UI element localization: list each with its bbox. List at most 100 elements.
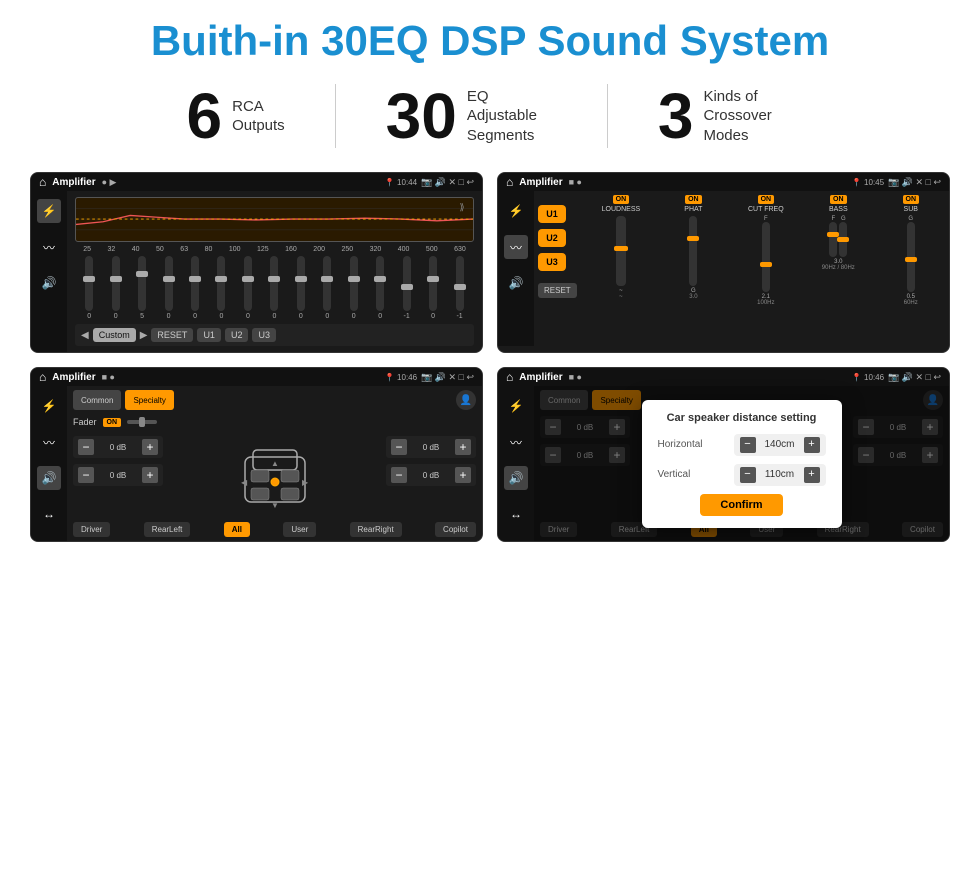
sub-label: SUB bbox=[904, 206, 918, 213]
confirm-button[interactable]: Confirm bbox=[700, 494, 782, 516]
u1-btn-1[interactable]: U1 bbox=[197, 328, 221, 342]
db-control-bl: − 0 dB + bbox=[73, 464, 163, 486]
screen-content-3: ⚡ 〰 🔊 ↔ Common Specialty 👤 Fader ON bbox=[31, 386, 482, 541]
driver-btn-3[interactable]: Driver bbox=[73, 522, 110, 537]
rearright-btn-3[interactable]: RearRight bbox=[350, 522, 402, 537]
loudness-slider[interactable] bbox=[616, 216, 626, 286]
db-minus-br[interactable]: − bbox=[391, 467, 407, 483]
phat-on[interactable]: ON bbox=[685, 195, 702, 204]
sidebar-eq-icon-4[interactable]: ⚡ bbox=[504, 394, 528, 418]
bass-freq: 90Hz / 80Hz bbox=[822, 265, 855, 271]
app-name-1: Amplifier bbox=[52, 177, 95, 188]
vertical-minus-btn[interactable]: − bbox=[740, 467, 756, 483]
fader-label: Fader bbox=[73, 417, 97, 427]
horizontal-plus-btn[interactable]: + bbox=[804, 437, 820, 453]
slider-630: -1 bbox=[456, 256, 464, 320]
u3-preset-btn[interactable]: U3 bbox=[538, 253, 566, 271]
preset-custom[interactable]: Custom bbox=[93, 328, 136, 342]
vertical-plus-btn[interactable]: + bbox=[804, 467, 820, 483]
screenshot-fader: ⌂ Amplifier ■ ● 📍 10:46 📷 🔊 ✕ □ ↩ ⚡ 〰 🔊 … bbox=[30, 367, 483, 542]
sidebar-eq-icon-2[interactable]: ⚡ bbox=[504, 199, 528, 223]
sub-on[interactable]: ON bbox=[903, 195, 920, 204]
reset-btn-1[interactable]: RESET bbox=[151, 328, 193, 342]
db-minus-tl[interactable]: − bbox=[78, 439, 94, 455]
app-name-2: Amplifier bbox=[519, 177, 562, 188]
status-left-1: ⌂ Amplifier ● ▶ bbox=[39, 175, 116, 189]
horizontal-value: 140cm bbox=[760, 439, 800, 450]
u1-preset-btn[interactable]: U1 bbox=[538, 205, 566, 223]
horizontal-control: − 140cm + bbox=[734, 434, 826, 456]
sidebar-arrows-icon-4[interactable]: ↔ bbox=[504, 502, 528, 526]
horizontal-minus-btn[interactable]: − bbox=[740, 437, 756, 453]
sidebar-eq-icon-3[interactable]: ⚡ bbox=[37, 394, 61, 418]
user-btn-3[interactable]: User bbox=[283, 522, 316, 537]
fader-tabs: Common Specialty 👤 bbox=[73, 390, 476, 410]
db-plus-bl[interactable]: + bbox=[142, 467, 158, 483]
db-plus-tl[interactable]: + bbox=[142, 439, 158, 455]
svg-text:◀: ◀ bbox=[241, 478, 248, 487]
db-minus-bl[interactable]: − bbox=[78, 467, 94, 483]
fader-label-row: Fader ON bbox=[73, 416, 476, 428]
dialog-row-vertical: Vertical − 110cm + bbox=[658, 464, 826, 486]
eq-graph: ⟫ bbox=[75, 197, 474, 242]
all-btn-3[interactable]: All bbox=[224, 522, 250, 537]
left-sidebar-2: ⚡ 〰 🔊 bbox=[498, 191, 534, 346]
db-plus-tr[interactable]: + bbox=[455, 439, 471, 455]
reset-btn-2[interactable]: RESET bbox=[538, 283, 577, 298]
sub-slider[interactable] bbox=[907, 222, 915, 292]
bass-control: ON BASS F G bbox=[804, 195, 872, 342]
db-minus-tr[interactable]: − bbox=[391, 439, 407, 455]
u2-preset-btn[interactable]: U2 bbox=[538, 229, 566, 247]
dialog-title: Car speaker distance setting bbox=[658, 412, 826, 424]
slider-160: 0 bbox=[297, 256, 305, 320]
sidebar-wave-icon-3[interactable]: 〰 bbox=[37, 430, 61, 454]
sub-freq: 60Hz bbox=[904, 300, 918, 306]
screen-content-1: ⚡ 〰 🔊 bbox=[31, 191, 482, 352]
app-name-3: Amplifier bbox=[52, 372, 95, 383]
u3-btn-1[interactable]: U3 bbox=[252, 328, 276, 342]
sidebar-speaker-icon-4[interactable]: 🔊 bbox=[504, 466, 528, 490]
app-name-4: Amplifier bbox=[519, 372, 562, 383]
freq-labels: 2532405063 80100125160200 25032040050063… bbox=[75, 246, 474, 253]
slider-400: -1 bbox=[403, 256, 411, 320]
eq-sliders: 0 0 5 0 0 bbox=[75, 256, 474, 320]
db-value-tr: 0 dB bbox=[410, 443, 452, 452]
slider-100: 0 bbox=[244, 256, 252, 320]
sidebar-arrows-icon[interactable]: ↔ bbox=[37, 502, 61, 526]
dialog-overlay: Car speaker distance setting Horizontal … bbox=[534, 386, 949, 541]
svg-text:▶: ▶ bbox=[302, 478, 309, 487]
status-left-3: ⌂ Amplifier ■ ● bbox=[39, 370, 115, 384]
prev-btn[interactable]: ◀ bbox=[81, 330, 89, 341]
db-control-tl: − 0 dB + bbox=[73, 436, 163, 458]
sidebar-wave-icon-2[interactable]: 〰 bbox=[504, 235, 528, 259]
next-btn[interactable]: ▶ bbox=[140, 330, 148, 341]
sidebar-speaker-icon-2[interactable]: 🔊 bbox=[504, 271, 528, 295]
db-plus-br[interactable]: + bbox=[455, 467, 471, 483]
u2-btn-1[interactable]: U2 bbox=[225, 328, 249, 342]
cutfreq-slider[interactable] bbox=[762, 222, 770, 292]
car-svg: ▲ ▼ ◀ ▶ bbox=[235, 442, 315, 512]
bass-slider-f[interactable] bbox=[829, 222, 837, 257]
sidebar-speaker-icon-3[interactable]: 🔊 bbox=[37, 466, 61, 490]
sidebar-speaker-icon[interactable]: 🔊 bbox=[37, 271, 61, 295]
loudness-on[interactable]: ON bbox=[613, 195, 630, 204]
fader-on-toggle[interactable]: ON bbox=[103, 418, 122, 427]
sidebar-eq-icon[interactable]: ⚡ bbox=[37, 199, 61, 223]
phat-slider-g[interactable] bbox=[689, 216, 697, 286]
person-icon-3: 👤 bbox=[456, 390, 476, 410]
db-value-br: 0 dB bbox=[410, 471, 452, 480]
bass-slider-g[interactable] bbox=[839, 222, 847, 257]
sidebar-wave-icon-4[interactable]: 〰 bbox=[504, 430, 528, 454]
rearleft-btn-3[interactable]: RearLeft bbox=[144, 522, 191, 537]
sidebar-wave-icon[interactable]: 〰 bbox=[37, 235, 61, 259]
car-diagram: ▲ ▼ ◀ ▶ bbox=[169, 436, 380, 518]
bass-on[interactable]: ON bbox=[830, 195, 847, 204]
slider-40: 5 bbox=[138, 256, 146, 320]
stat-crossover: 3 Kinds ofCrossover Modes bbox=[608, 84, 844, 148]
copilot-btn-3[interactable]: Copilot bbox=[435, 522, 476, 537]
tab-common-3[interactable]: Common bbox=[73, 390, 121, 410]
cutfreq-on[interactable]: ON bbox=[758, 195, 775, 204]
eq-graph-svg: ⟫ bbox=[76, 198, 473, 241]
tab-specialty-3[interactable]: Specialty bbox=[125, 390, 173, 410]
fader-main-area: − 0 dB + − 0 dB + bbox=[73, 436, 476, 518]
